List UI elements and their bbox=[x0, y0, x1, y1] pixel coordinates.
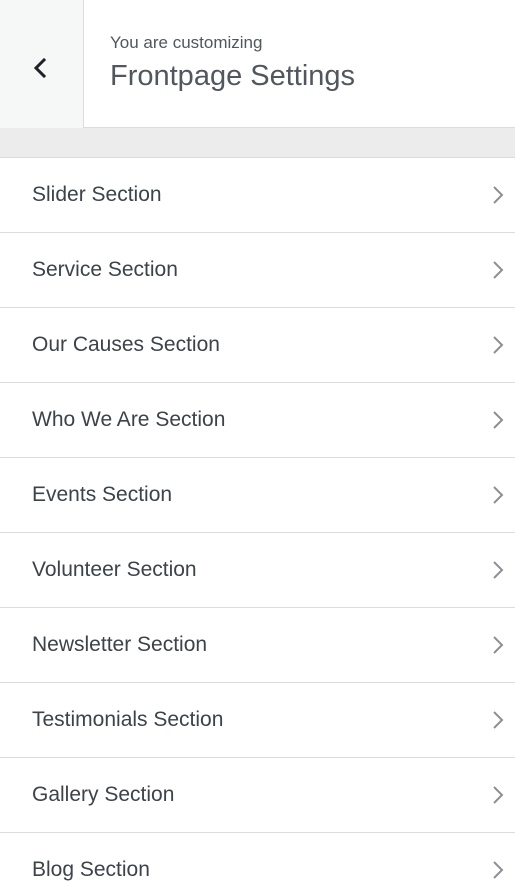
back-button[interactable] bbox=[0, 0, 84, 128]
customizer-title-area: You are customizing Frontpage Settings bbox=[110, 32, 355, 94]
section-label: Our Causes Section bbox=[32, 333, 220, 356]
section-item-gallery[interactable]: Gallery Section bbox=[0, 758, 515, 833]
section-item-volunteer[interactable]: Volunteer Section bbox=[0, 533, 515, 608]
customizing-label: You are customizing bbox=[110, 33, 263, 52]
chevron-right-icon bbox=[493, 186, 504, 204]
chevron-right-icon bbox=[493, 261, 504, 279]
customizer-panel: You are customizing Frontpage Settings S… bbox=[0, 0, 515, 894]
chevron-right-icon bbox=[493, 486, 504, 504]
section-label: Service Section bbox=[32, 258, 178, 281]
section-list: Slider Section Service Section Our Cause… bbox=[0, 158, 515, 894]
section-label: Blog Section bbox=[32, 858, 150, 881]
section-label: Slider Section bbox=[32, 183, 162, 206]
section-label: Volunteer Section bbox=[32, 558, 197, 581]
section-label: Gallery Section bbox=[32, 783, 175, 806]
section-label: Events Section bbox=[32, 483, 173, 506]
section-item-testimonials[interactable]: Testimonials Section bbox=[0, 683, 515, 758]
section-item-blog[interactable]: Blog Section bbox=[0, 833, 515, 894]
chevron-right-icon bbox=[493, 861, 504, 879]
section-item-events[interactable]: Events Section bbox=[0, 458, 515, 533]
chevron-left-icon bbox=[33, 58, 47, 78]
section-item-who-we-are[interactable]: Who We Are Section bbox=[0, 383, 515, 458]
section-item-newsletter[interactable]: Newsletter Section bbox=[0, 608, 515, 683]
section-label: Newsletter Section bbox=[32, 633, 208, 656]
panel-spacer bbox=[0, 128, 515, 158]
section-label: Testimonials Section bbox=[32, 708, 224, 731]
chevron-right-icon bbox=[493, 411, 504, 429]
panel-title: Frontpage Settings bbox=[110, 60, 356, 92]
section-item-slider[interactable]: Slider Section bbox=[0, 158, 515, 233]
chevron-right-icon bbox=[493, 636, 504, 654]
chevron-right-icon bbox=[493, 336, 504, 354]
chevron-right-icon bbox=[493, 786, 504, 804]
section-item-service[interactable]: Service Section bbox=[0, 233, 515, 308]
section-item-our-causes[interactable]: Our Causes Section bbox=[0, 308, 515, 383]
chevron-right-icon bbox=[493, 561, 504, 579]
chevron-right-icon bbox=[493, 711, 504, 729]
section-label: Who We Are Section bbox=[32, 408, 226, 431]
customizer-header: You are customizing Frontpage Settings bbox=[0, 0, 515, 128]
